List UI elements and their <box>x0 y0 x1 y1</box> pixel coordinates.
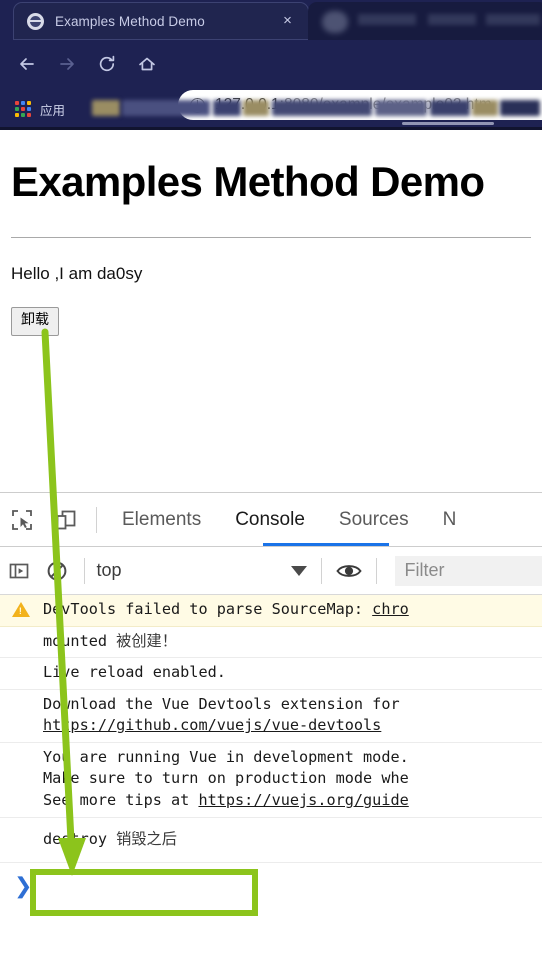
bookmark-item-blurred[interactable] <box>472 100 498 116</box>
uninstall-button[interactable]: 卸载 <box>11 307 59 336</box>
message-line-3: See more tips at <box>43 791 199 810</box>
blurred-favicon <box>322 11 348 33</box>
console-message-list: DevTools failed to parse SourceMap: chro… <box>0 595 542 911</box>
execution-context-selector[interactable]: top <box>96 560 313 581</box>
browser-tab-blurred[interactable] <box>308 2 542 40</box>
message-link[interactable]: https://github.com/vuejs/vue-devtools <box>43 716 381 734</box>
tab-elements[interactable]: Elements <box>105 493 218 546</box>
bookmark-item-blurred[interactable] <box>213 100 241 116</box>
page-title: Examples Method Demo <box>11 158 485 205</box>
bookmark-item-blurred[interactable] <box>243 100 269 116</box>
tab-network[interactable]: N <box>426 493 474 546</box>
console-sidebar-icon[interactable] <box>0 549 38 593</box>
console-toolbar: top Filter <box>0 547 542 595</box>
message-text: Download the Vue Devtools extension for <box>43 694 400 713</box>
home-icon[interactable] <box>130 47 164 81</box>
horizontal-divider <box>11 237 531 238</box>
browser-chrome: Examples Method Demo × i 应用 <box>0 0 542 130</box>
greeting-text: Hello ,I am da0sy <box>11 264 143 283</box>
toolbar-divider <box>83 557 85 584</box>
live-expression-eye-icon[interactable] <box>330 549 368 593</box>
tab-title: Examples Method Demo <box>55 13 205 29</box>
tab-sources[interactable]: Sources <box>322 493 426 546</box>
chrome-scroll-hint <box>402 122 494 125</box>
message-text-cn: 被创建！ <box>116 631 177 650</box>
toolbar-divider <box>96 506 97 533</box>
console-message-warning[interactable]: DevTools failed to parse SourceMap: chro <box>0 595 542 627</box>
console-prompt[interactable]: ❯ <box>0 863 542 911</box>
filter-input[interactable]: Filter <box>394 555 542 586</box>
message-line-2: Make sure to turn on production mode whe <box>43 769 409 788</box>
warning-triangle-icon <box>12 602 30 618</box>
apps-grid-icon[interactable] <box>15 101 31 117</box>
filter-placeholder: Filter <box>404 560 445 580</box>
console-message-log[interactable]: Download the Vue Devtools extension for … <box>0 690 542 743</box>
bookmark-item-blurred[interactable] <box>500 100 540 116</box>
active-tab-indicator <box>263 543 389 546</box>
bookmark-apps-label[interactable]: 应用 <box>40 100 65 119</box>
inspect-element-icon[interactable] <box>0 498 44 542</box>
bookmarks-bar: 应用 <box>0 88 542 130</box>
console-message-log[interactable]: You are running Vue in development mode.… <box>0 743 542 818</box>
tab-console[interactable]: Console <box>218 493 322 546</box>
toolbar-divider <box>375 557 377 584</box>
blurred-tab-text <box>358 14 416 25</box>
reload-icon[interactable] <box>90 47 124 81</box>
bookmark-item-blurred[interactable] <box>122 100 210 116</box>
message-text: destroy <box>43 829 117 848</box>
page-content: Examples Method Demo Hello ,I am da0sy 卸… <box>0 130 542 492</box>
browser-tab-active[interactable]: Examples Method Demo × <box>13 2 309 40</box>
message-link[interactable]: chro <box>372 600 409 618</box>
navigation-toolbar: 127.0.0.1:8080/example/example02.htm <box>0 40 542 120</box>
caret-down-icon <box>291 565 308 576</box>
bookmark-item-blurred[interactable] <box>92 100 120 116</box>
console-message-log[interactable]: Live reload enabled. <box>0 658 542 690</box>
device-toolbar-icon[interactable] <box>44 498 88 542</box>
devtools-tab-bar: Elements Console Sources N <box>0 493 542 547</box>
close-icon[interactable]: × <box>280 13 295 28</box>
console-message-destroy[interactable]: destroy 销毁之后 <box>0 818 542 864</box>
message-text-cn: 销毁之后 <box>116 829 177 848</box>
back-arrow-icon[interactable] <box>10 47 44 81</box>
console-message-log[interactable]: mounted 被创建！ <box>0 627 542 659</box>
forward-arrow-icon[interactable] <box>50 47 84 81</box>
bookmark-item-blurred[interactable] <box>430 100 470 116</box>
message-text: Live reload enabled. <box>43 663 226 682</box>
blurred-tab-text <box>486 14 540 25</box>
bookmark-item-blurred[interactable] <box>272 100 372 116</box>
clear-console-icon[interactable] <box>38 549 76 593</box>
devtools-panel: Elements Console Sources N top Filter ! … <box>0 492 542 953</box>
blurred-tab-text <box>428 14 476 25</box>
bookmark-item-blurred[interactable] <box>375 100 427 116</box>
message-link[interactable]: https://vuejs.org/guide <box>198 791 408 809</box>
browser-window: Examples Method Demo × i 应用 Examples Met… <box>0 0 542 953</box>
message-text: mounted <box>43 631 117 650</box>
message-line-1: You are running Vue in development mode. <box>43 747 409 766</box>
message-text: DevTools failed to parse SourceMap: <box>43 600 373 618</box>
console-prompt-icon: ❯ <box>14 874 33 900</box>
execution-context-label: top <box>96 560 122 580</box>
tab-strip: Examples Method Demo × <box>0 0 542 40</box>
toolbar-divider <box>321 557 322 584</box>
globe-icon <box>27 12 44 30</box>
